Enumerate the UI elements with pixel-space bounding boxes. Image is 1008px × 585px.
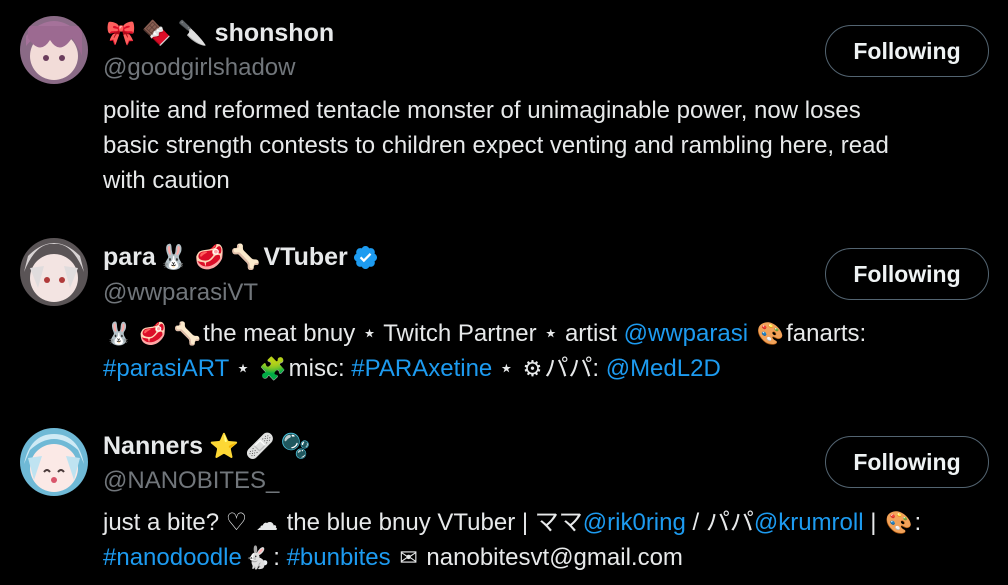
- bio-text: ⋆: [492, 355, 521, 382]
- ribbon-icon: 🎀: [106, 19, 136, 47]
- hashtag-link[interactable]: #parasiART: [103, 355, 229, 382]
- bio-text: :: [273, 544, 287, 571]
- bio-text: nanobitesvt@gmail.com: [419, 544, 683, 571]
- user-list: 🎀 🍫 🔪 shonshon @goodgirlshadow Following…: [0, 0, 1008, 585]
- bio-line: #nanodoodle🐇: #bunbites ✉ nanobitesvt@gm…: [103, 540, 993, 575]
- user-cell[interactable]: 🎀 🍫 🔪 shonshon @goodgirlshadow Following…: [0, 0, 1008, 215]
- bio-text: / パパ: [685, 509, 754, 536]
- user-handle[interactable]: @NANOBITES_: [103, 467, 279, 495]
- display-name[interactable]: VTuber: [263, 243, 347, 272]
- meat-icon: 🥩: [194, 243, 225, 271]
- bio-emojis: 🐰 🥩 🦴: [105, 322, 202, 347]
- bio-line: #parasiART ⋆ 🧩misc: #PARAxetine ⋆ ⚙パパ: @…: [103, 351, 993, 386]
- bio-text: misc:: [288, 355, 352, 382]
- mention-link[interactable]: @rik0ring: [583, 509, 686, 536]
- mention-link[interactable]: @krumroll: [754, 509, 864, 536]
- mention-link[interactable]: @wwparasi: [624, 320, 748, 347]
- name-row: para 🐰 🥩 🦴 VTuber: [103, 241, 379, 273]
- bio-line: 🐰 🥩 🦴the meat bnuy ⋆ Twitch Partner ⋆ ar…: [103, 316, 993, 351]
- avatar-image: [20, 16, 88, 84]
- verified-badge-icon: [353, 245, 377, 269]
- user-bio: 🐰 🥩 🦴the meat bnuy ⋆ Twitch Partner ⋆ ar…: [103, 316, 993, 386]
- avatar[interactable]: [20, 428, 88, 496]
- bio-text: |: [863, 509, 884, 536]
- hashtag-link[interactable]: #nanodoodle: [103, 544, 242, 571]
- cloud-icon: ☁: [255, 511, 278, 536]
- user-handle[interactable]: @goodgirlshadow: [103, 54, 295, 82]
- palette-icon: 🎨: [756, 322, 785, 347]
- bio-line: with caution: [103, 167, 230, 194]
- star-icon: ⭐: [209, 432, 239, 460]
- following-button[interactable]: Following: [825, 25, 989, 77]
- rabbit-face-icon: 🐰: [158, 243, 189, 271]
- avatar[interactable]: [20, 16, 88, 84]
- puzzle-icon: 🧩: [259, 357, 287, 382]
- user-cell[interactable]: para 🐰 🥩 🦴 VTuber @wwparasiVT Following …: [0, 215, 1008, 410]
- display-name-prefix[interactable]: para: [103, 243, 156, 272]
- bandage-icon: 🩹: [244, 432, 275, 460]
- bio-text: fanarts:: [786, 320, 867, 347]
- bio-text: just a bite? ♡: [103, 509, 254, 536]
- name-row: 🎀 🍫 🔪 shonshon: [103, 17, 334, 49]
- bone-icon: 🦴: [230, 243, 261, 271]
- envelope-icon: ✉: [399, 546, 418, 571]
- bio-text: the blue bnuy VTuber | ママ: [279, 509, 583, 536]
- bio-text: the meat bnuy ⋆ Twitch Partner ⋆ artist: [203, 320, 624, 347]
- avatar-image: [20, 428, 88, 496]
- bio-text: パパ:: [544, 355, 606, 382]
- bio-line: polite and reformed tentacle monster of …: [103, 97, 861, 124]
- user-cell[interactable]: Nanners ⭐ 🩹 🫧 @NANOBITES_ Following just…: [0, 410, 1008, 585]
- hashtag-link[interactable]: #PARAxetine: [351, 355, 492, 382]
- bubbles-icon: 🫧: [280, 432, 311, 460]
- following-button[interactable]: Following: [825, 436, 989, 488]
- gear-icon: ⚙: [522, 357, 543, 382]
- bio-text: ⋆: [228, 355, 258, 382]
- bio-line: just a bite? ♡ ☁ the blue bnuy VTuber | …: [103, 505, 993, 540]
- display-name[interactable]: Nanners: [103, 432, 203, 461]
- avatar-image: [20, 238, 88, 306]
- user-handle[interactable]: @wwparasiVT: [103, 279, 258, 307]
- chocolate-icon: 🍫: [141, 19, 172, 47]
- following-button[interactable]: Following: [825, 248, 989, 300]
- display-name[interactable]: shonshon: [215, 19, 334, 48]
- bio-text: :: [914, 509, 922, 536]
- name-row: Nanners ⭐ 🩹 🫧: [103, 430, 314, 462]
- hashtag-link[interactable]: #bunbites: [287, 544, 391, 571]
- mention-link[interactable]: @MedL2D: [606, 355, 721, 382]
- user-bio: polite and reformed tentacle monster of …: [103, 93, 993, 198]
- bio-line: basic strength contests to children expe…: [103, 132, 889, 159]
- palette-icon: 🎨: [885, 511, 913, 536]
- rabbit-icon: 🐇: [243, 546, 272, 571]
- knife-icon: 🔪: [177, 19, 208, 47]
- avatar[interactable]: [20, 238, 88, 306]
- user-bio: just a bite? ♡ ☁ the blue bnuy VTuber | …: [103, 505, 993, 575]
